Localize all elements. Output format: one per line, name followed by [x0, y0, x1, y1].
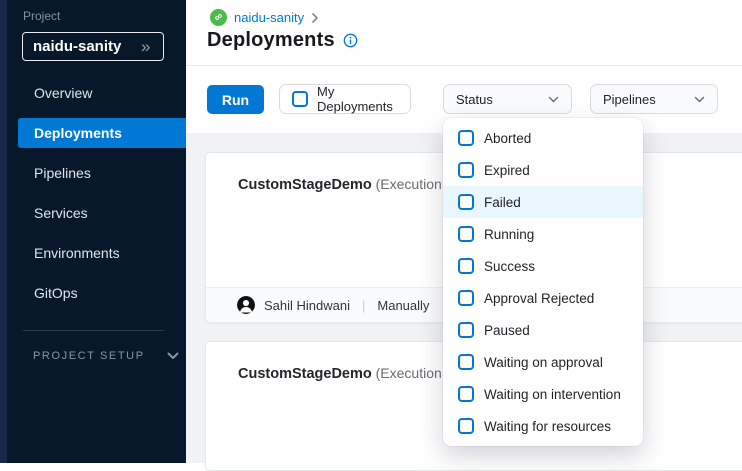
project-expand-icon[interactable]: »: [141, 35, 150, 59]
pipeline-name[interactable]: CustomStageDemo: [238, 177, 372, 193]
project-setup-section[interactable]: PROJECT SETUP: [33, 350, 179, 362]
sidebar-item-deployments[interactable]: Deployments: [18, 118, 186, 148]
deployment-card-title: CustomStageDemo (Execution Id: [238, 176, 457, 193]
checkbox-icon[interactable]: [458, 130, 474, 146]
checkbox-icon[interactable]: [458, 322, 474, 338]
status-option-label: Paused: [484, 323, 530, 338]
checkbox-icon[interactable]: [458, 418, 474, 434]
sidebar-item-overview[interactable]: Overview: [18, 78, 186, 108]
triggered-by: Sahil Hindwani: [264, 298, 350, 313]
checkbox-icon[interactable]: [458, 162, 474, 178]
pipelines-filter-dropdown[interactable]: Pipelines: [590, 84, 718, 114]
breadcrumb: ∞ naidu-sanity: [210, 9, 319, 26]
sidebar-item-label: Deployments: [34, 125, 122, 141]
my-deployments-toggle[interactable]: My Deployments: [279, 84, 411, 114]
chevron-down-icon: [167, 352, 179, 360]
status-option-expired[interactable]: Expired: [443, 154, 643, 186]
status-option-label: Aborted: [484, 131, 531, 146]
checkbox-icon[interactable]: [458, 354, 474, 370]
sidebar-item-label: GitOps: [34, 285, 78, 301]
status-option-approval-rejected[interactable]: Approval Rejected: [443, 282, 643, 314]
trigger-type: Manually: [377, 298, 429, 313]
run-button[interactable]: Run: [207, 85, 264, 114]
cd-module-icon: ∞: [210, 9, 227, 26]
sidebar-item-gitops[interactable]: GitOps: [18, 278, 186, 308]
breadcrumb-project-link[interactable]: naidu-sanity: [234, 10, 304, 25]
my-deployments-checkbox[interactable]: [292, 91, 308, 107]
status-option-label: Running: [484, 227, 534, 242]
status-option-label: Waiting on intervention: [484, 387, 621, 402]
sidebar-item-pipelines[interactable]: Pipelines: [18, 158, 186, 188]
status-option-label: Waiting for resources: [484, 419, 611, 434]
status-option-label: Expired: [484, 163, 530, 178]
sidebar-item-label: Pipelines: [34, 165, 91, 181]
sidebar-divider: [23, 330, 164, 331]
infinity-glyph: ∞: [212, 11, 225, 24]
header-divider: [186, 65, 742, 66]
info-icon[interactable]: [343, 33, 358, 48]
chevron-down-icon: [548, 96, 559, 103]
status-option-waiting-for-resources[interactable]: Waiting for resources: [443, 410, 643, 442]
status-option-label: Failed: [484, 195, 521, 210]
checkbox-icon[interactable]: [458, 258, 474, 274]
sidebar-item-services[interactable]: Services: [18, 198, 186, 228]
checkbox-icon[interactable]: [458, 194, 474, 210]
sidebar: Project » Overview Deployments Pipelines…: [0, 0, 186, 463]
status-option-label: Success: [484, 259, 535, 274]
status-filter-label: Status: [456, 92, 493, 107]
status-option-waiting-on-intervention[interactable]: Waiting on intervention: [443, 378, 643, 410]
status-option-waiting-on-approval[interactable]: Waiting on approval: [443, 346, 643, 378]
status-dropdown-panel: Aborted Expired Failed Running Success A…: [443, 118, 643, 446]
status-option-label: Approval Rejected: [484, 291, 594, 306]
pipeline-name[interactable]: CustomStageDemo: [238, 366, 372, 382]
status-option-aborted[interactable]: Aborted: [443, 122, 643, 154]
pipelines-filter-label: Pipelines: [603, 92, 656, 107]
sidebar-item-label: Overview: [34, 85, 92, 101]
status-option-running[interactable]: Running: [443, 218, 643, 250]
project-setup-label: PROJECT SETUP: [33, 350, 145, 362]
status-filter-dropdown[interactable]: Status: [443, 84, 572, 114]
footer-separator: |: [362, 298, 365, 313]
status-option-failed[interactable]: Failed: [443, 186, 643, 218]
status-option-paused[interactable]: Paused: [443, 314, 643, 346]
my-deployments-label: My Deployments: [317, 84, 398, 114]
checkbox-icon[interactable]: [458, 386, 474, 402]
page-title: Deployments: [207, 29, 335, 52]
deployment-card-title: CustomStageDemo (Execution Id: [238, 365, 457, 382]
checkbox-icon[interactable]: [458, 290, 474, 306]
chevron-down-icon: [694, 96, 705, 103]
sidebar-item-label: Services: [34, 205, 88, 221]
sidebar-nav: Overview Deployments Pipelines Services …: [0, 78, 186, 318]
page-title-row: Deployments: [207, 29, 358, 52]
checkbox-icon[interactable]: [458, 226, 474, 242]
status-option-label: Waiting on approval: [484, 355, 603, 370]
sidebar-item-environments[interactable]: Environments: [18, 238, 186, 268]
project-label: Project: [23, 9, 60, 23]
user-avatar-icon: [237, 296, 255, 314]
status-option-success[interactable]: Success: [443, 250, 643, 282]
sidebar-item-label: Environments: [34, 245, 120, 261]
chevron-right-icon: [311, 13, 319, 23]
deployments-page: { "colors": { "accent_blue": "#0278D5", …: [0, 0, 742, 463]
